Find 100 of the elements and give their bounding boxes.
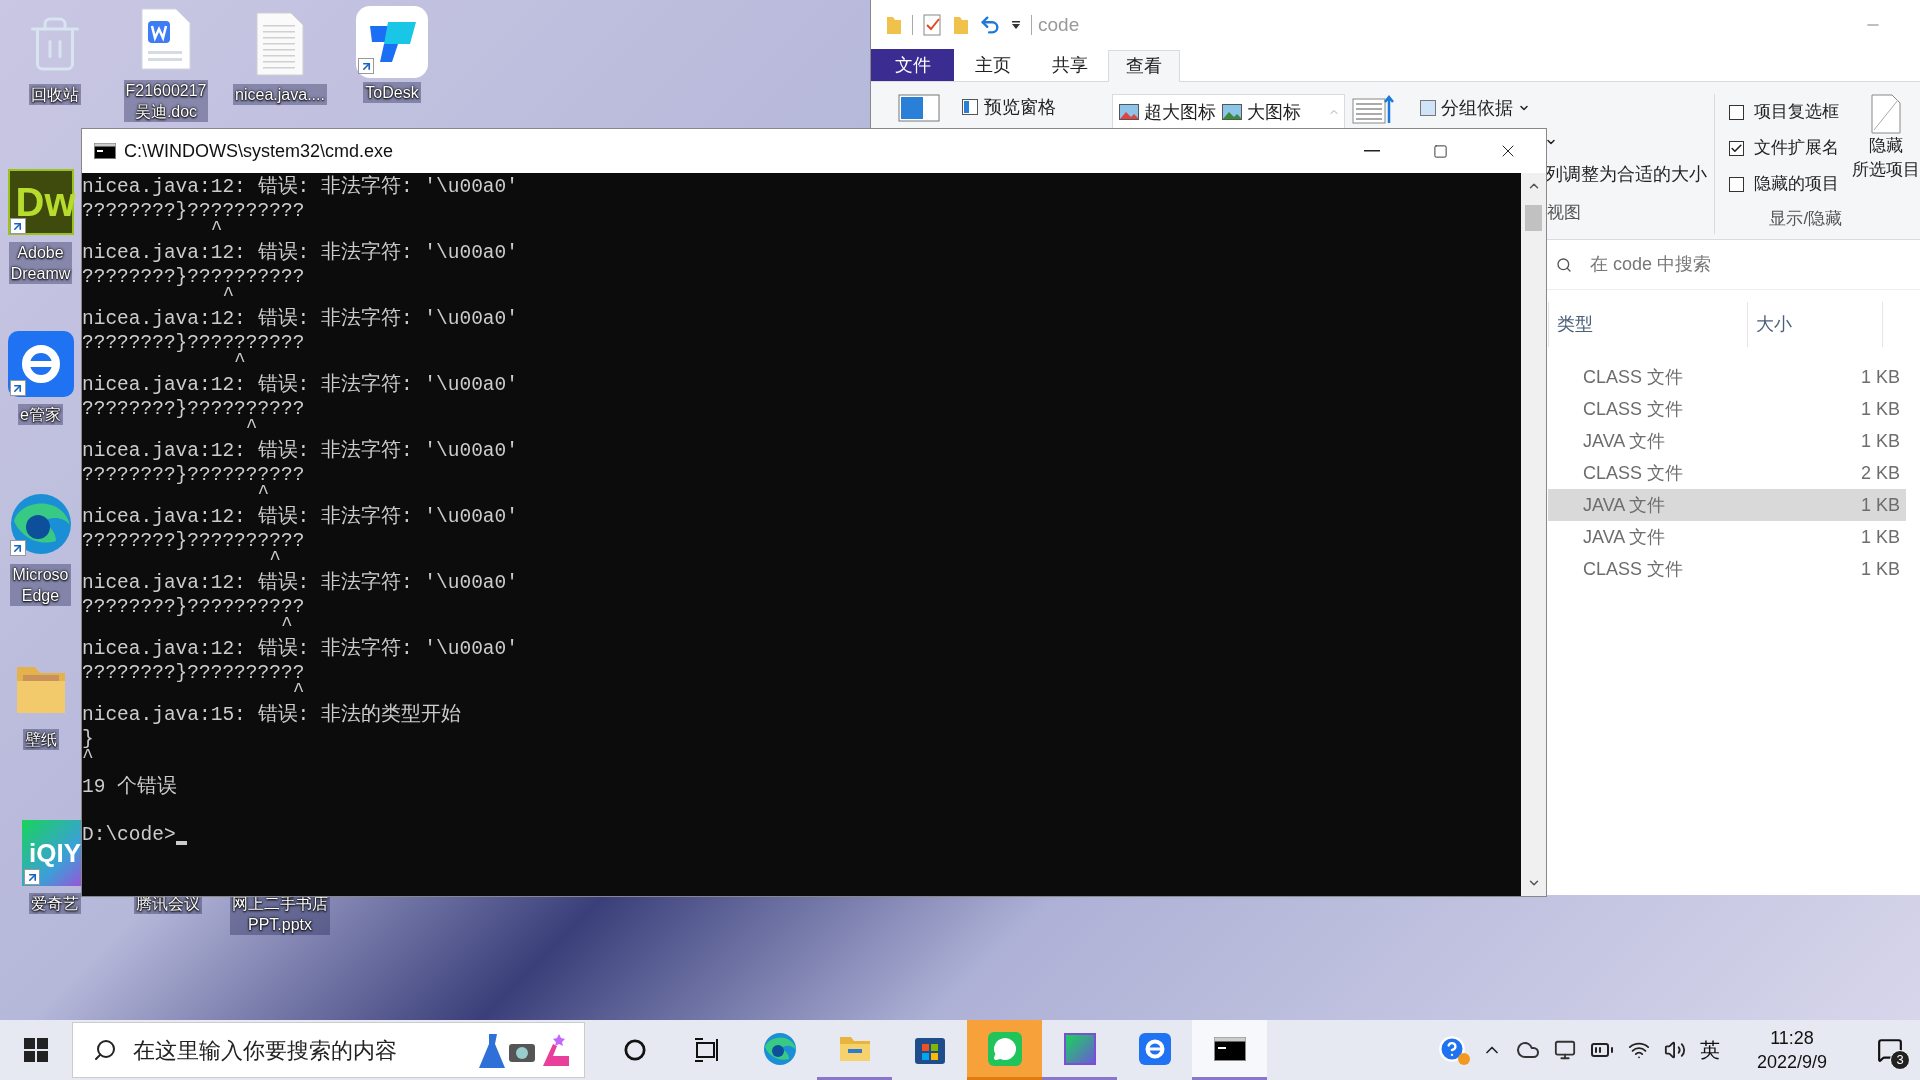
file-row[interactable]: CLASS 文件 1 KB (1548, 553, 1906, 585)
preview-pane-button[interactable]: 预览窗格 (984, 96, 1056, 118)
window-title: C:\WINDOWS\system32\cmd.exe (124, 139, 394, 163)
dropdown-caret-icon[interactable] (1011, 20, 1021, 30)
task-view-icon (694, 1038, 720, 1062)
input-method-indicator[interactable]: 英 (1700, 1035, 1720, 1065)
column-header[interactable]: 大小 (1748, 302, 1883, 347)
file-row[interactable]: CLASS 文件 1 KB (1548, 393, 1906, 425)
app-icon (1138, 1032, 1171, 1065)
checklist-icon (923, 14, 943, 36)
checkbox-label: 项目复选框 (1754, 101, 1840, 124)
terminal-icon (1213, 1036, 1246, 1061)
minimize-icon (1364, 150, 1380, 152)
notification-count-badge: 3 (1890, 1050, 1910, 1070)
checkbox-label: 隐藏的项目 (1754, 173, 1840, 196)
group-label: 显示/隐藏 (1768, 208, 1844, 230)
console-line: 19 个错误 (82, 775, 179, 799)
search-icon (93, 1038, 117, 1062)
video-app-icon (1063, 1032, 1096, 1065)
clock[interactable]: 11:28 2022/9/9 (1744, 1026, 1840, 1074)
checkbox-label: 文件扩展名 (1754, 137, 1840, 160)
file-row[interactable]: JAVA 文件 1 KB (1548, 425, 1906, 457)
console-line: nicea.java:12: 错误: 非法字符: '\u00a0' (82, 571, 519, 595)
picture-icon (1118, 104, 1139, 120)
file-size: 1 KB (1859, 557, 1900, 581)
file-row[interactable]: JAVA 文件 1 KB (1548, 521, 1906, 553)
file-type: CLASS 文件 (1582, 461, 1685, 485)
scroll-thumb[interactable] (1525, 205, 1542, 231)
search-input[interactable]: 在 code 中搜索 (1590, 251, 1920, 278)
windows-logo-icon (24, 1038, 48, 1062)
maximize-icon (1432, 143, 1448, 159)
app-icon (7, 331, 74, 397)
folder-icon (838, 1034, 871, 1063)
group-label: 视图 (1547, 202, 1582, 224)
hide-selected-button[interactable]: 隐藏 所选项目 (1852, 94, 1920, 239)
file-size: 1 KB (1859, 429, 1900, 453)
search-icon (1556, 256, 1572, 273)
help-icon[interactable] (1438, 1035, 1468, 1065)
checkbox[interactable] (1729, 104, 1745, 120)
file-type: CLASS 文件 (1582, 557, 1685, 581)
scrollbar[interactable] (1521, 173, 1546, 896)
file-size: 2 KB (1859, 461, 1900, 485)
taskbar-search-field[interactable]: 在这里输入你要搜索的内容 (72, 1022, 585, 1078)
document-icon (1870, 94, 1902, 134)
size-columns-button[interactable]: 列调整为合适的大小 (1545, 162, 1708, 186)
console-line: nicea.java:12: 错误: 非法字符: '\u00a0' (82, 373, 519, 397)
chat-app-icon (987, 1031, 1022, 1066)
file-size: 1 KB (1859, 365, 1900, 389)
file-size: 1 KB (1859, 493, 1900, 517)
notification-icon (1877, 1037, 1903, 1063)
text-file-icon (254, 11, 306, 77)
terminal-icon (94, 143, 116, 159)
desktop-icon-label[interactable]: 壁纸 (22, 729, 59, 750)
file-type: JAVA 文件 (1582, 429, 1667, 453)
sort-icon[interactable] (1351, 94, 1394, 124)
file-type: JAVA 文件 (1582, 525, 1667, 549)
layout-option[interactable]: 超大图标 (1143, 98, 1216, 126)
desktop-icon-label[interactable]: F21600217 吴迪.doc (123, 80, 209, 122)
console-line: nicea.java:12: 错误: 非法字符: '\u00a0' (82, 439, 519, 463)
taskbar-app-button[interactable] (1192, 1020, 1267, 1080)
search-input[interactable]: 在这里输入你要搜索的内容 (133, 1033, 463, 1067)
file-row[interactable]: CLASS 文件 1 KB (1548, 361, 1906, 393)
ribbon-tab[interactable]: 查看 (1108, 50, 1180, 82)
desktop-icon-label[interactable]: 回收站 (29, 84, 81, 105)
desktop-icon-label[interactable]: Microso Edge (10, 564, 71, 606)
undo-icon[interactable] (979, 14, 1001, 36)
console-line: nicea.java:12: 错误: 非法字符: '\u00a0' (82, 505, 519, 529)
desktop-icon-label[interactable]: Adobe Dreamw (8, 242, 73, 284)
search-field[interactable]: 在 code 中搜索 (1548, 246, 1920, 283)
desktop-icon-label[interactable]: 爱奇艺 (29, 893, 81, 914)
ribbon-tab[interactable]: 主页 (954, 49, 1031, 81)
desktop-icon-label[interactable]: ToDesk (363, 82, 421, 103)
checkbox[interactable] (1729, 140, 1745, 156)
notification-button[interactable]: 3 (1860, 1020, 1920, 1080)
checkbox[interactable] (1729, 176, 1745, 192)
file-row[interactable]: JAVA 文件 1 KB (1548, 489, 1906, 521)
file-size: 1 KB (1859, 525, 1900, 549)
column-header[interactable]: 类型 (1548, 302, 1748, 347)
file-type: JAVA 文件 (1582, 493, 1667, 517)
circle-icon (623, 1039, 646, 1061)
text-cursor (175, 841, 187, 845)
picture-icon (1221, 104, 1242, 120)
group-by-button[interactable]: 分组依据 (1441, 94, 1514, 122)
file-menu-tab[interactable]: 文件 (871, 49, 954, 81)
volume-icon[interactable] (1664, 1039, 1686, 1061)
desktop-icon-label[interactable]: nicea.java.... (233, 84, 327, 105)
preview-pane-icon[interactable] (898, 94, 940, 122)
browser-icon (761, 1030, 798, 1067)
ribbon-tab[interactable]: 共享 (1031, 49, 1108, 81)
group-icon (1420, 100, 1437, 116)
console-line: nicea.java:12: 错误: 非法字符: '\u00a0' (82, 241, 519, 265)
console-line: nicea.java:15: 错误: 非法的类型开始 (82, 703, 462, 727)
layout-option[interactable]: 大图标 (1246, 98, 1301, 126)
console-line: nicea.java:12: 错误: 非法字符: '\u00a0' (82, 637, 519, 661)
console-line: nicea.java:12: 错误: 非法字符: '\u00a0' (82, 307, 519, 331)
window-title: code (1038, 12, 1080, 37)
desktop-icon-label[interactable]: e管家 (18, 404, 63, 425)
file-row[interactable]: CLASS 文件 2 KB (1548, 457, 1906, 489)
screen-icon[interactable] (1554, 1039, 1576, 1061)
console-line: nicea.java:12: 错误: 非法字符: '\u00a0' (82, 175, 519, 199)
